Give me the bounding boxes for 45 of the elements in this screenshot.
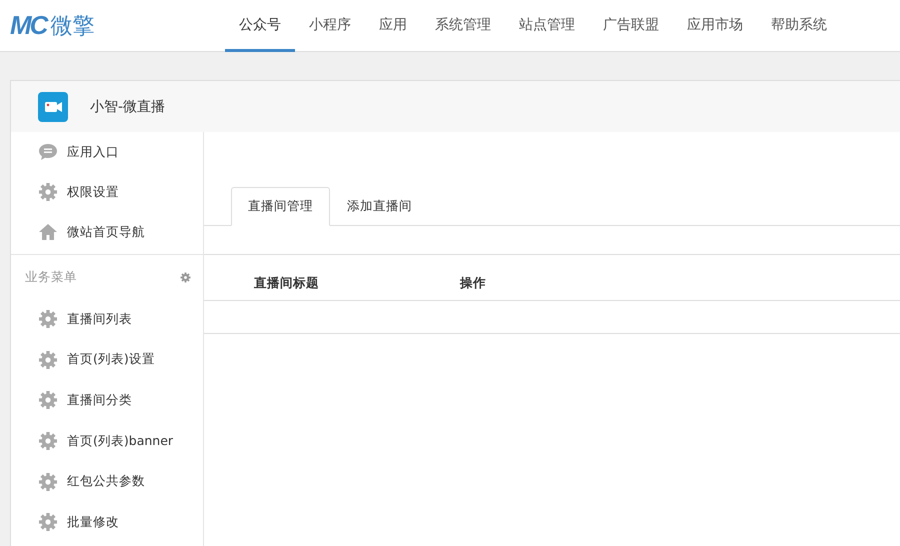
gear-icon: [38, 309, 58, 330]
column-header: 操作: [460, 275, 486, 292]
sidebar-item[interactable]: 批量修改: [11, 502, 203, 543]
nav-tab[interactable]: 帮助系统: [757, 0, 841, 52]
video-camera-icon: [38, 92, 68, 122]
sidebar-item[interactable]: 红包公共参数: [11, 461, 203, 502]
sidebar-item[interactable]: 首页(列表)设置: [11, 340, 203, 380]
item-label: 应用入口: [67, 144, 119, 160]
item-label: 直播间列表: [67, 310, 132, 328]
chat-icon: [38, 142, 58, 162]
nav-tab[interactable]: 应用: [365, 0, 421, 52]
column-header: 直播间标题: [254, 275, 320, 292]
gear-icon: [38, 182, 58, 202]
home-icon: [38, 222, 58, 242]
gear-icon: [38, 431, 58, 452]
nav-tab[interactable]: 站点管理: [505, 0, 589, 52]
sidebar-item[interactable]: 首页(列表)banner: [11, 420, 203, 462]
gear-icon: [38, 472, 58, 492]
item-label: 直播间分类: [67, 392, 132, 409]
nav-tab[interactable]: 小程序: [295, 0, 365, 52]
gear-icon: [38, 512, 58, 532]
tab[interactable]: 直播间管理: [231, 187, 330, 226]
sidebar-item[interactable]: 应用入口: [11, 132, 203, 172]
gear-icon: [38, 390, 58, 410]
nav-tab[interactable]: 公众号: [225, 0, 295, 52]
nav-tab[interactable]: 系统管理: [421, 0, 505, 52]
item-label: 批量修改: [67, 514, 119, 531]
item-label: 首页(列表)banner: [67, 432, 174, 450]
app-title: 小智-微直播: [90, 98, 166, 116]
tab[interactable]: 添加直播间: [330, 187, 429, 226]
sidebar-item[interactable]: 微站首页导航: [11, 212, 203, 252]
section-title: 业务菜单: [25, 268, 77, 286]
sidebar-item[interactable]: 直播间分类: [11, 380, 203, 421]
settings-icon[interactable]: [180, 272, 191, 282]
sidebar-item[interactable]: 直播间列表: [11, 299, 203, 340]
sidebar-item[interactable]: 权限设置: [11, 172, 203, 212]
item-label: 权限设置: [67, 184, 119, 200]
item-label: 红包公共参数: [67, 473, 145, 490]
item-label: 微站首页导航: [67, 224, 145, 240]
nav-tab[interactable]: 广告联盟: [589, 0, 673, 52]
nav-tab[interactable]: 应用市场: [673, 0, 757, 52]
gear-icon: [38, 350, 58, 370]
logo-mark: MC: [10, 10, 46, 41]
item-label: 首页(列表)设置: [67, 351, 155, 368]
logo-text: 微擎: [50, 12, 94, 40]
